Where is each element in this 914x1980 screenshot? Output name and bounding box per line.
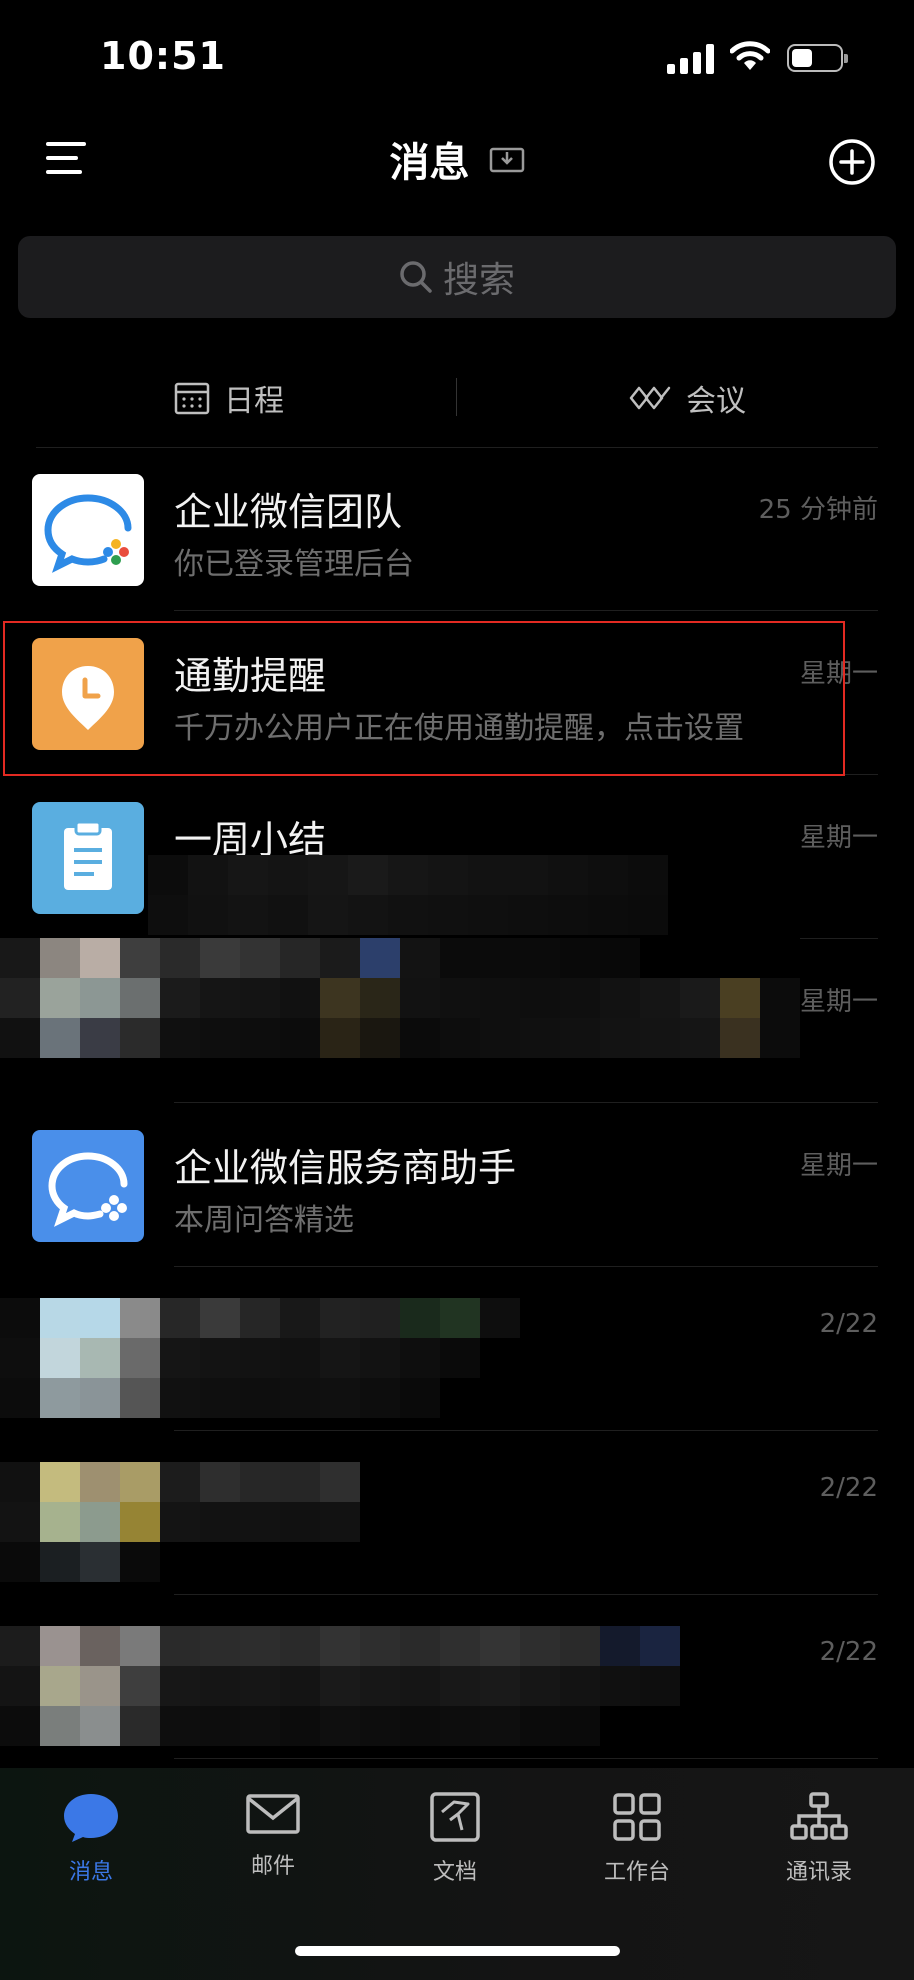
meeting-button[interactable]: 会议: [628, 360, 746, 436]
conversation-time: 2/22: [819, 1473, 878, 1503]
avatar: [32, 474, 144, 586]
tab-label: 通讯录: [785, 1860, 852, 1885]
meeting-icon: [629, 386, 671, 410]
redacted-conversation: [0, 938, 800, 1058]
page-title: 消息: [389, 140, 470, 186]
conversation-item[interactable]: 通勤提醒 千万办公用户正在使用通勤提醒，点击设置 星期一: [0, 611, 914, 775]
conversation-time: 星期一: [799, 659, 878, 689]
inbox-download-icon[interactable]: [489, 144, 525, 174]
document-icon: [430, 1792, 480, 1842]
conversation-time: 星期一: [799, 823, 878, 853]
redacted-conversation: [0, 1462, 360, 1582]
calendar-icon: [174, 382, 210, 415]
tab-workbench[interactable]: 工作台: [546, 1790, 728, 1886]
avatar: [32, 802, 144, 914]
wifi-icon: [730, 41, 770, 70]
redacted-conversation: [0, 1626, 680, 1746]
tab-messages[interactable]: 消息: [0, 1790, 182, 1886]
divider: [456, 378, 457, 416]
wecom-chat-icon: [48, 1152, 128, 1227]
schedule-label: 日程: [224, 384, 284, 419]
conversation-item[interactable]: 企业微信服务商助手 本周问答精选 星期一: [0, 1103, 914, 1267]
header: 消息: [0, 110, 914, 210]
search-bar[interactable]: 搜索: [18, 236, 896, 318]
conversation-preview: 千万办公用户正在使用通勤提醒，点击设置: [174, 711, 744, 746]
conversation-name: 通勤提醒: [174, 654, 327, 698]
meeting-label: 会议: [686, 384, 746, 419]
conversation-time: 2/22: [819, 1637, 878, 1667]
tab-docs[interactable]: 文档: [364, 1790, 546, 1886]
status-bar: 10:51: [0, 0, 914, 110]
conversation-preview: 你已登录管理后台: [174, 547, 414, 582]
search-icon: [400, 261, 432, 293]
conversation-name: 企业微信服务商助手: [174, 1146, 517, 1190]
mail-icon: [246, 1794, 300, 1834]
redacted-preview: [148, 855, 668, 935]
cellular-signal-icon: [667, 44, 714, 74]
conversation-preview: 本周问答精选: [174, 1203, 354, 1238]
tab-label: 文档: [432, 1860, 477, 1885]
conversation-name: 企业微信团队: [174, 490, 403, 534]
tab-contacts[interactable]: 通讯录: [728, 1790, 910, 1886]
clock-pin-icon: [62, 666, 114, 730]
divider: [174, 1758, 878, 1759]
avatar: [32, 1130, 144, 1242]
message-icon: [64, 1794, 118, 1842]
tab-label: 工作台: [603, 1860, 670, 1885]
conversation-time: 2/22: [819, 1309, 878, 1339]
tab-label: 消息: [68, 1860, 113, 1885]
clipboard-icon: [64, 820, 112, 890]
avatar: [32, 638, 144, 750]
home-indicator[interactable]: [295, 1946, 620, 1956]
tab-mail[interactable]: 邮件: [182, 1790, 364, 1880]
conversation-time: 25 分钟前: [758, 495, 878, 525]
redacted-conversation: [0, 1298, 520, 1418]
conversation-item[interactable]: 企业微信团队 你已登录管理后台 25 分钟前: [0, 447, 914, 611]
contacts-icon: [790, 1792, 848, 1840]
conversation-time: 星期一: [799, 1151, 878, 1181]
schedule-button[interactable]: 日程: [174, 360, 284, 436]
workbench-icon: [613, 1793, 661, 1841]
status-time: 10:51: [100, 34, 226, 78]
conversation-time: 星期一: [799, 987, 878, 1017]
search-placeholder: 搜索: [442, 260, 515, 301]
tab-label: 邮件: [250, 1854, 295, 1879]
quick-actions: 日程 会议: [0, 360, 914, 436]
add-icon[interactable]: [828, 138, 876, 186]
battery-icon: [787, 44, 848, 72]
wecom-chat-icon: [44, 494, 132, 573]
